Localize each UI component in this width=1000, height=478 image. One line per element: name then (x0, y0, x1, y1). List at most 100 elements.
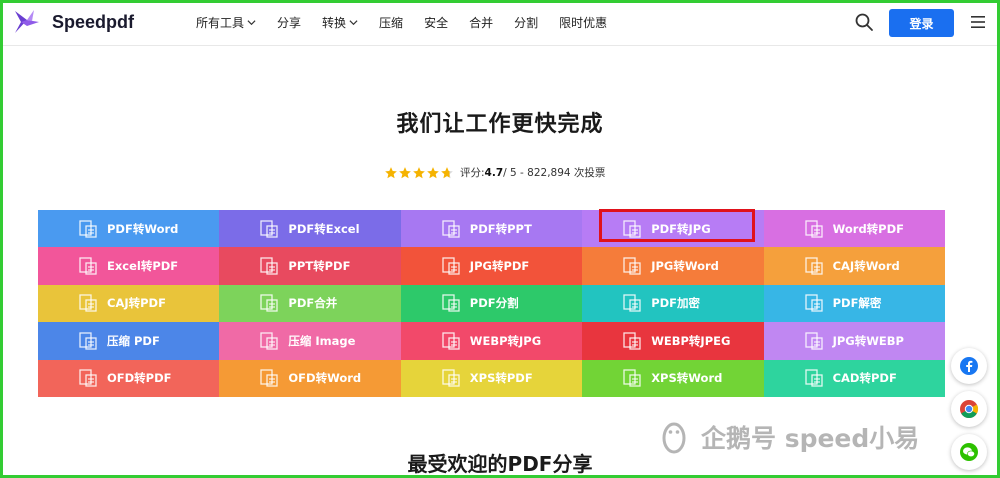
tool-label: PDF转JPG (651, 221, 711, 236)
nav-item-label: 所有工具 (196, 16, 245, 30)
hamburger-menu-icon[interactable] (970, 14, 986, 30)
nav-item-label: 压缩 (379, 16, 404, 30)
star-icon (427, 166, 439, 178)
star-icon (413, 166, 425, 178)
tool-label: JPG转Word (651, 259, 719, 274)
brand-name: Speedpdf (52, 11, 135, 32)
tool-label: WEBP转JPG (469, 333, 542, 348)
tool-tile[interactable]: CAJ转Word (763, 247, 945, 285)
logo[interactable]: Speedpdf (12, 7, 134, 37)
nav-item-label: 安全 (424, 16, 449, 30)
file-convert-icon (260, 332, 279, 350)
tool-label: 压缩 Image (288, 333, 356, 348)
tool-label: PDF分割 (469, 296, 519, 311)
tool-tile[interactable]: PDF转PPT (400, 210, 583, 248)
tool-tile[interactable]: Excel转PDF (38, 247, 220, 285)
rating-stars (384, 166, 454, 180)
tool-tile[interactable]: 压缩 Image (219, 322, 401, 360)
tool-tile[interactable]: JPG转Word (582, 247, 764, 285)
tool-tile[interactable]: PDF分割 (400, 284, 583, 323)
nav-item-0[interactable]: 所有工具 (196, 14, 256, 31)
tool-tile[interactable]: XPS转Word (582, 359, 764, 397)
file-convert-icon (442, 220, 460, 238)
tool-tile[interactable]: OFD转PDF (38, 359, 220, 397)
nav-item-label: 转换 (322, 16, 347, 30)
nav-item-6[interactable]: 分割 (514, 14, 538, 31)
file-convert-icon (260, 220, 279, 238)
chrome-icon (960, 400, 979, 419)
file-convert-icon (79, 332, 97, 350)
top-navbar: Speedpdf 所有工具 分享 转换 压缩 安全 合并 分割 限时优惠 登录 (0, 0, 1000, 46)
file-convert-icon (79, 294, 97, 313)
file-convert-icon (260, 294, 279, 313)
tool-tile[interactable]: PDF转JPG (582, 210, 764, 248)
file-convert-icon (260, 257, 279, 275)
tool-label: Word转PDF (832, 221, 905, 236)
tool-label: CAD转PDF (832, 371, 897, 386)
tool-tile[interactable]: CAD转PDF (763, 359, 945, 397)
star-icon (441, 166, 453, 178)
file-convert-icon (442, 332, 460, 350)
file-convert-icon (804, 220, 823, 238)
nav-item-label: 分享 (277, 16, 302, 30)
tool-tile[interactable]: 压缩 PDF (38, 322, 220, 360)
rating-summary: 评分: 4.7 / 5 - 822,894 次投票 (384, 165, 605, 180)
nav-item-2[interactable]: 转换 (322, 14, 358, 31)
star-icon (399, 166, 411, 178)
tool-label: PDF解密 (832, 296, 882, 311)
file-convert-icon (442, 369, 460, 387)
star-icon (385, 166, 397, 178)
file-convert-icon (623, 369, 641, 387)
file-convert-icon (623, 257, 641, 275)
facebook-share[interactable] (951, 348, 987, 384)
file-convert-icon (623, 220, 641, 238)
tool-label: PDF转PPT (469, 221, 532, 236)
tool-tile[interactable]: XPS转PDF (400, 359, 583, 397)
nav-item-1[interactable]: 分享 (277, 14, 301, 31)
tool-tile[interactable]: CAJ转PDF (38, 284, 220, 323)
tool-label: 压缩 PDF (107, 333, 160, 348)
nav-item-4[interactable]: 安全 (424, 14, 448, 31)
tool-label: PDF合并 (288, 296, 338, 311)
file-convert-icon (623, 294, 641, 313)
tool-tile[interactable]: WEBP转JPG (400, 322, 583, 360)
rating-value: 4.7 (484, 166, 504, 179)
file-convert-icon (623, 332, 641, 350)
search-icon[interactable] (854, 12, 874, 32)
tool-tile[interactable]: PDF解密 (763, 284, 945, 323)
nav-item-7[interactable]: 限时优惠 (559, 14, 607, 31)
tool-label: JPG转WEBP (832, 333, 904, 348)
file-convert-icon (804, 257, 823, 275)
file-convert-icon (79, 220, 97, 238)
tool-tile[interactable]: Word转PDF (763, 210, 945, 248)
tool-tile[interactable]: PPT转PDF (219, 247, 401, 285)
rating-votes: / 5 - 822,894 次投票 (503, 167, 606, 179)
tool-tile[interactable]: JPG转PDF (400, 247, 583, 285)
tool-label: CAJ转PDF (107, 296, 166, 311)
file-convert-icon (442, 294, 460, 313)
tool-tile[interactable]: PDF加密 (582, 284, 764, 323)
tool-label: JPG转PDF (469, 259, 530, 274)
tool-tile[interactable]: WEBP转JPEG (582, 322, 764, 360)
tool-tile[interactable]: PDF转Excel (219, 210, 401, 248)
login-button[interactable]: 登录 (889, 9, 954, 37)
chevron-down-icon (247, 20, 256, 26)
tool-tile[interactable]: OFD转Word (219, 359, 401, 397)
nav-item-3[interactable]: 压缩 (379, 14, 403, 31)
chrome-share[interactable] (951, 391, 987, 427)
tool-label: PPT转PDF (288, 259, 351, 274)
tool-label: WEBP转JPEG (651, 333, 731, 348)
watermark: 企鹅号 speed小易 (655, 418, 919, 456)
facebook-icon (960, 357, 978, 375)
file-convert-icon (79, 257, 97, 275)
rating-label: 评分: (460, 167, 485, 179)
tool-tile[interactable]: PDF合并 (219, 284, 401, 323)
tool-label: OFD转Word (288, 371, 362, 386)
hero-title: 我们让工作更快完成 (396, 112, 604, 137)
tool-tile[interactable]: JPG转WEBP (763, 322, 945, 360)
tool-label: CAJ转Word (832, 259, 900, 274)
watermark-text: 企鹅号 speed小易 (701, 424, 920, 453)
tool-label: PDF转Word (107, 221, 179, 236)
tool-tile[interactable]: PDF转Word (38, 210, 220, 248)
nav-item-5[interactable]: 合并 (469, 14, 493, 31)
